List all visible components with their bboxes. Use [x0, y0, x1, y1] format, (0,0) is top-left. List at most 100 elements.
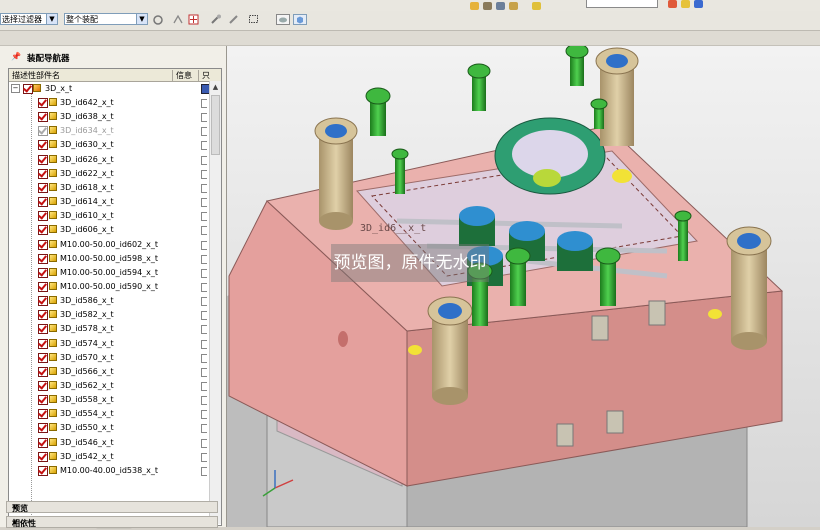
- point-icon[interactable]: [188, 14, 200, 25]
- tool-icon[interactable]: [694, 0, 703, 8]
- tree-item-label: 3D_id578_x_t: [60, 324, 114, 334]
- info-cell: [201, 438, 207, 448]
- checkbox[interactable]: [38, 324, 48, 335]
- checkbox[interactable]: [38, 366, 48, 377]
- view-icon[interactable]: [276, 14, 290, 25]
- checkbox[interactable]: [38, 154, 48, 165]
- tree-item-label: 3D_id622_x_t: [60, 168, 114, 178]
- checkbox[interactable]: [38, 352, 48, 363]
- filter-icon[interactable]: [152, 14, 164, 25]
- checkbox[interactable]: [38, 423, 48, 434]
- tree-item[interactable]: 3D_id606_x_t: [9, 223, 209, 237]
- checkbox[interactable]: [38, 437, 48, 448]
- column-readonly[interactable]: 只: [202, 70, 210, 81]
- tree-item[interactable]: 3D_id614_x_t: [9, 195, 209, 209]
- tree-item[interactable]: 3D_id638_x_t: [9, 110, 209, 124]
- checkbox[interactable]: [38, 267, 48, 278]
- wrench-icon[interactable]: [210, 14, 222, 25]
- tool-icon[interactable]: [496, 1, 505, 10]
- info-cell: [201, 282, 207, 292]
- column-info[interactable]: 信息: [176, 70, 192, 81]
- tool-icon[interactable]: [532, 1, 541, 10]
- water-fitting: [648, 300, 666, 326]
- tree-root-row[interactable]: − 3D_x_t: [9, 82, 210, 96]
- tree-item[interactable]: 3D_id546_x_t: [9, 436, 209, 450]
- checkbox[interactable]: [38, 338, 48, 349]
- tool-icon[interactable]: [470, 1, 479, 10]
- mold-model[interactable]: 3D_id6__x_t: [227, 46, 820, 527]
- tree-item[interactable]: M10.00-50.00_id598_x_t: [9, 252, 209, 266]
- checkbox[interactable]: [38, 197, 48, 208]
- filter-select[interactable]: 选择过滤器 ▼: [0, 13, 58, 25]
- checkbox[interactable]: [38, 126, 48, 137]
- tree-item[interactable]: 3D_id554_x_t: [9, 407, 209, 421]
- checkbox[interactable]: [38, 281, 48, 292]
- chevron-down-icon[interactable]: ∨: [12, 502, 213, 511]
- checkbox[interactable]: [38, 182, 48, 193]
- pin-icon[interactable]: 📌: [11, 53, 21, 61]
- component-icon: [49, 239, 57, 248]
- checkbox[interactable]: [38, 239, 48, 250]
- tree-item[interactable]: 3D_id626_x_t: [9, 153, 209, 167]
- tree-item[interactable]: 3D_id570_x_t: [9, 351, 209, 365]
- column-name[interactable]: 描述性部件名: [12, 70, 60, 81]
- tree-scrollbar[interactable]: ▲ ∨: [209, 81, 221, 524]
- tree-item[interactable]: 3D_id562_x_t: [9, 379, 209, 393]
- checkbox[interactable]: [38, 211, 48, 222]
- tool-icon[interactable]: [509, 1, 518, 10]
- cube-view-icon[interactable]: [293, 14, 307, 25]
- checkbox[interactable]: [38, 395, 48, 406]
- checkbox[interactable]: [38, 168, 48, 179]
- checkbox[interactable]: [38, 381, 48, 391]
- tree-item[interactable]: M10.00-50.00_id590_x_t: [9, 280, 209, 294]
- chevron-down-icon[interactable]: ∨: [12, 517, 213, 526]
- command-field[interactable]: [586, 0, 658, 8]
- tool-icon[interactable]: [681, 0, 690, 8]
- scroll-up-icon[interactable]: ▲: [211, 82, 220, 92]
- tree-item[interactable]: 3D_id582_x_t: [9, 308, 209, 322]
- checkbox[interactable]: [38, 451, 48, 462]
- checkbox[interactable]: [38, 465, 48, 476]
- preview-panel[interactable]: 预览 ∨: [6, 501, 218, 513]
- chevron-down-icon[interactable]: ▼: [136, 14, 147, 24]
- rotate-icon[interactable]: [228, 14, 240, 25]
- snap-icon[interactable]: [172, 14, 184, 25]
- tree-item[interactable]: M10.00-50.00_id594_x_t: [9, 266, 209, 280]
- tool-icon[interactable]: [483, 1, 492, 10]
- tree-item[interactable]: 3D_id578_x_t: [9, 322, 209, 336]
- tree-item[interactable]: 3D_id630_x_t: [9, 138, 209, 152]
- collapse-icon[interactable]: −: [11, 84, 20, 93]
- component-icon: [49, 381, 57, 389]
- graphics-window[interactable]: 3D_id6__x_t 预览图，原件无水印: [227, 46, 820, 527]
- tree-item[interactable]: 3D_id550_x_t: [9, 421, 209, 435]
- checkbox[interactable]: [38, 98, 48, 108]
- scope-select-value: 整个装配: [66, 15, 98, 24]
- checkbox[interactable]: [38, 225, 48, 236]
- tree-item[interactable]: 3D_id574_x_t: [9, 337, 209, 351]
- box-select-icon[interactable]: [248, 14, 260, 25]
- checkbox[interactable]: [38, 296, 48, 307]
- scope-select[interactable]: 整个装配 ▼: [64, 13, 148, 25]
- tree-item[interactable]: 3D_id618_x_t: [9, 181, 209, 195]
- checkbox[interactable]: [38, 140, 48, 151]
- tool-icon[interactable]: [668, 0, 677, 8]
- checkbox[interactable]: [38, 409, 48, 420]
- tree-item[interactable]: 3D_id634_x_t: [9, 124, 209, 138]
- scroll-thumb[interactable]: [211, 95, 220, 155]
- tree-item[interactable]: 3D_id642_x_t: [9, 96, 209, 110]
- tree-item[interactable]: 3D_id566_x_t: [9, 365, 209, 379]
- tree-item[interactable]: 3D_id542_x_t: [9, 450, 209, 464]
- checkbox[interactable]: [38, 310, 48, 321]
- checkbox[interactable]: [38, 112, 48, 123]
- checkbox[interactable]: [38, 253, 48, 264]
- tree-item[interactable]: M10.00-50.00_id602_x_t: [9, 238, 209, 252]
- dependency-panel[interactable]: 相依性 ∨: [6, 516, 218, 528]
- component-icon: [49, 126, 57, 135]
- tree-item[interactable]: 3D_id558_x_t: [9, 393, 209, 407]
- tree-item[interactable]: M10.00-40.00_id538_x_t: [9, 464, 209, 478]
- tree-item[interactable]: 3D_id610_x_t: [9, 209, 209, 223]
- tree-item[interactable]: 3D_id586_x_t: [9, 294, 209, 308]
- tree-item[interactable]: 3D_id622_x_t: [9, 167, 209, 181]
- chevron-down-icon[interactable]: ▼: [46, 14, 57, 24]
- checkbox[interactable]: [23, 84, 33, 94]
